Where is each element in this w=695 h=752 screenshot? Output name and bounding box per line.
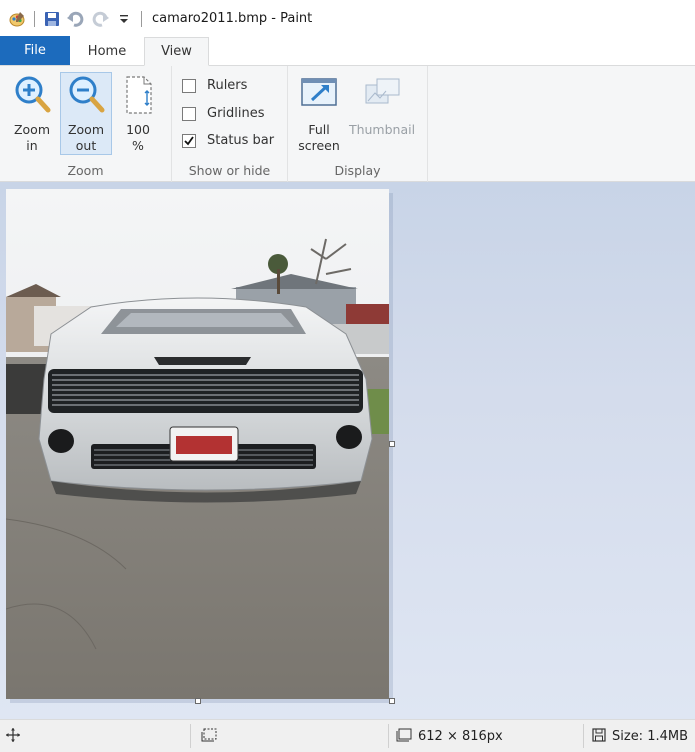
divider: [583, 724, 584, 748]
zoom-100-button[interactable]: 100 %: [116, 72, 160, 155]
zoom-group: Zoom in Zoom out 100 % Zoom: [0, 66, 172, 182]
dimensions-text: 612 × 816px: [418, 729, 503, 744]
undo-icon[interactable]: [67, 10, 85, 28]
status-bar-label: Status bar: [207, 133, 275, 148]
title-bar: camaro2011.bmp - Paint: [0, 0, 695, 37]
rulers-checkbox-box[interactable]: [182, 78, 196, 93]
canvas-image[interactable]: [6, 189, 389, 699]
thumbnail-label: Thumbnail: [348, 122, 416, 137]
cursor-position-icon: [6, 727, 20, 746]
resize-handle-bottom[interactable]: [195, 698, 201, 704]
thumbnail-icon: [362, 73, 402, 121]
quick-access-toolbar: [8, 10, 144, 28]
divider: [388, 724, 389, 748]
paint-app-icon[interactable]: [8, 10, 26, 28]
gridlines-checkbox-box[interactable]: [182, 106, 196, 121]
dimensions-icon: [396, 728, 412, 746]
thumbnail-button[interactable]: Thumbnail: [346, 72, 418, 139]
full-screen-icon: [299, 73, 339, 121]
checkmark-icon: [184, 135, 194, 145]
tab-home[interactable]: Home: [70, 37, 144, 65]
show-hide-group-label: Show or hide: [188, 163, 271, 178]
ribbon-tabs: File Home View: [0, 36, 695, 66]
zoom-group-label: Zoom: [67, 163, 104, 178]
divider: [190, 724, 191, 748]
rulers-checkbox[interactable]: Rulers: [182, 78, 247, 93]
redo-icon[interactable]: [91, 10, 109, 28]
show-hide-group: Rulers Gridlines Status bar Show or hide: [172, 66, 288, 182]
status-bar-checkbox-box[interactable]: [182, 133, 196, 148]
status-bar: 612 × 816px Size: 1.4MB: [0, 719, 695, 752]
resize-handle-right[interactable]: [389, 441, 395, 447]
tab-view[interactable]: View: [144, 37, 209, 66]
full-screen-button[interactable]: Full screen: [294, 72, 344, 155]
window-title: camaro2011.bmp - Paint: [152, 11, 313, 26]
page-100-icon: [120, 73, 156, 121]
display-group: Full screen Thumbnail Display: [288, 66, 428, 182]
cursor-position: [6, 720, 20, 752]
rulers-label: Rulers: [207, 78, 248, 93]
selection-size: [201, 720, 217, 752]
display-group-label: Display: [334, 163, 381, 178]
zoom-out-button[interactable]: Zoom out: [60, 72, 112, 155]
selection-icon: [201, 728, 217, 746]
zoom-in-button[interactable]: Zoom in: [8, 72, 56, 155]
disk-icon: [592, 727, 606, 746]
resize-handle-corner[interactable]: [389, 698, 395, 704]
zoom-in-label: Zoom in: [13, 122, 51, 153]
status-bar-checkbox[interactable]: Status bar: [182, 133, 274, 148]
zoom-out-label: Zoom out: [67, 122, 105, 153]
divider: [141, 10, 142, 27]
ribbon: Zoom in Zoom out 100 % Zoom Rulers Gridl…: [0, 66, 695, 182]
gridlines-checkbox[interactable]: Gridlines: [182, 106, 265, 121]
file-size: Size: 1.4MB: [592, 720, 688, 752]
divider: [34, 10, 35, 27]
file-size-text: Size: 1.4MB: [612, 729, 689, 744]
zoom-in-icon: [12, 73, 52, 121]
customize-dropdown-icon[interactable]: [115, 10, 133, 28]
canvas-workspace[interactable]: [0, 182, 695, 719]
car-photo: [6, 189, 389, 699]
save-icon[interactable]: [43, 10, 61, 28]
gridlines-label: Gridlines: [207, 106, 265, 121]
zoom-100-label: 100 %: [126, 122, 150, 153]
full-screen-label: Full screen: [298, 122, 340, 153]
image-dimensions: 612 × 816px: [396, 720, 503, 752]
zoom-out-icon: [66, 73, 106, 121]
tab-file[interactable]: File: [0, 36, 70, 65]
